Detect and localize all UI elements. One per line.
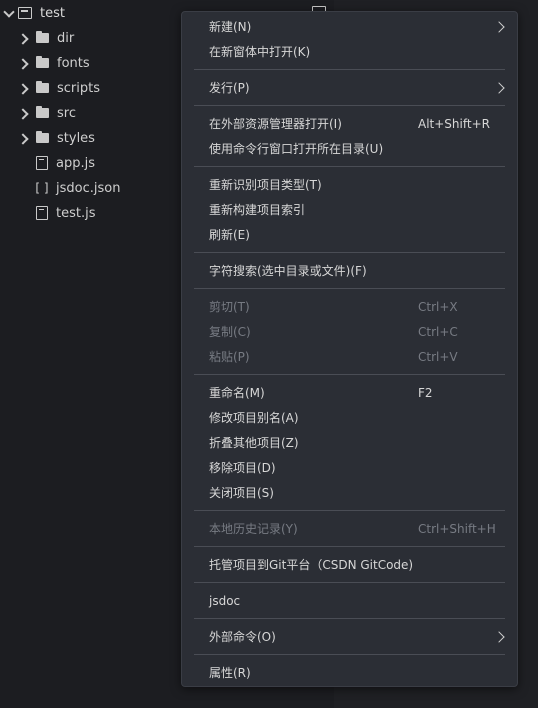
menu-separator <box>194 105 505 106</box>
project-icon <box>18 7 32 19</box>
menu-item-reidentify-type[interactable]: 重新识别项目类型(T) <box>182 173 517 197</box>
chevron-right-icon[interactable] <box>16 106 30 120</box>
menu-item-label: 修改项目别名(A) <box>209 411 299 425</box>
menu-separator <box>194 618 505 619</box>
menu-separator <box>194 288 505 289</box>
menu-item-label: 托管项目到Git平台（CSDN GitCode) <box>209 558 414 572</box>
menu-item-close-project[interactable]: 关闭项目(S) <box>182 481 517 505</box>
chevron-right-icon <box>493 21 505 33</box>
chevron-right-icon[interactable] <box>16 81 30 95</box>
menu-item-properties[interactable]: 属性(R) <box>182 661 517 685</box>
menu-separator <box>194 654 505 655</box>
menu-item-shortcut: Ctrl+V <box>418 350 458 364</box>
context-menu: 新建(N) 在新窗体中打开(K) 发行(P) 在外部资源管理器打开(I) Alt… <box>181 11 518 687</box>
menu-item-label: 重命名(M) <box>209 386 265 400</box>
menu-item-publish[interactable]: 发行(P) <box>182 76 517 100</box>
menu-item-alias[interactable]: 修改项目别名(A) <box>182 406 517 430</box>
menu-item-label: 刷新(E) <box>209 228 250 242</box>
chevron-right-icon[interactable] <box>16 31 30 45</box>
menu-item-label: 新建(N) <box>209 20 252 34</box>
menu-item-label: 剪切(T) <box>209 300 250 314</box>
menu-item-collapse-others[interactable]: 折叠其他项目(Z) <box>182 431 517 455</box>
menu-item-external-commands[interactable]: 外部命令(O) <box>182 625 517 649</box>
menu-item-host-git[interactable]: 托管项目到Git平台（CSDN GitCode) <box>182 553 517 577</box>
menu-item-paste[interactable]: 粘贴(P) Ctrl+V <box>182 345 517 369</box>
js-file-icon <box>36 156 48 170</box>
menu-item-rename[interactable]: 重命名(M) F2 <box>182 381 517 405</box>
menu-item-label: 折叠其他项目(Z) <box>209 436 299 450</box>
menu-item-label: 粘贴(P) <box>209 350 250 364</box>
menu-item-remove-project[interactable]: 移除项目(D) <box>182 456 517 480</box>
menu-separator <box>194 510 505 511</box>
menu-item-label: 关闭项目(S) <box>209 486 274 500</box>
menu-item-label: 外部命令(O) <box>209 630 276 644</box>
menu-item-new[interactable]: 新建(N) <box>182 15 517 39</box>
chevron-right-icon[interactable] <box>16 131 30 145</box>
menu-item-label: 属性(R) <box>209 666 251 680</box>
menu-item-label: 使用命令行窗口打开所在目录(U) <box>209 142 384 156</box>
menu-separator <box>194 252 505 253</box>
json-file-icon: [ ] <box>35 181 49 195</box>
project-name: test <box>40 5 65 21</box>
menu-item-shortcut: F2 <box>418 386 433 400</box>
menu-item-jsdoc[interactable]: jsdoc <box>182 589 517 613</box>
chevron-right-icon <box>493 82 505 94</box>
menu-item-search[interactable]: 字符搜索(选中目录或文件)(F) <box>182 259 517 283</box>
folder-icon <box>36 81 49 93</box>
menu-separator <box>194 166 505 167</box>
menu-item-open-new-window[interactable]: 在新窗体中打开(K) <box>182 40 517 64</box>
menu-item-label: 重新识别项目类型(T) <box>209 178 322 192</box>
menu-separator <box>194 374 505 375</box>
menu-item-open-explorer[interactable]: 在外部资源管理器打开(I) Alt+Shift+R <box>182 112 517 136</box>
menu-item-cut[interactable]: 剪切(T) Ctrl+X <box>182 295 517 319</box>
menu-item-open-terminal[interactable]: 使用命令行窗口打开所在目录(U) <box>182 137 517 161</box>
menu-item-label: 复制(C) <box>209 325 251 339</box>
tree-item-label: test.js <box>56 205 96 221</box>
menu-item-label: 字符搜索(选中目录或文件)(F) <box>209 264 367 278</box>
folder-icon <box>36 56 49 68</box>
menu-item-label: 重新构建项目索引 <box>209 203 306 217</box>
chevron-right-icon[interactable] <box>16 56 30 70</box>
menu-item-refresh[interactable]: 刷新(E) <box>182 223 517 247</box>
menu-item-rebuild-index[interactable]: 重新构建项目索引 <box>182 198 517 222</box>
menu-item-shortcut: Alt+Shift+R <box>418 117 490 131</box>
menu-item-local-history[interactable]: 本地历史记录(Y) Ctrl+Shift+H <box>182 517 517 541</box>
tree-item-label: src <box>57 105 76 121</box>
chevron-right-icon <box>493 631 505 643</box>
menu-separator <box>194 546 505 547</box>
menu-item-label: 发行(P) <box>209 81 250 95</box>
folder-icon <box>36 131 49 143</box>
tree-item-label: app.js <box>56 155 95 171</box>
menu-separator <box>194 69 505 70</box>
tree-item-label: jsdoc.json <box>56 180 121 196</box>
tree-item-label: dir <box>57 30 75 46</box>
menu-item-label: 本地历史记录(Y) <box>209 522 298 536</box>
menu-separator <box>194 582 505 583</box>
menu-item-label: 移除项目(D) <box>209 461 276 475</box>
menu-item-copy[interactable]: 复制(C) Ctrl+C <box>182 320 517 344</box>
folder-icon <box>36 106 49 118</box>
menu-item-shortcut: Ctrl+X <box>418 300 458 314</box>
menu-item-label: 在新窗体中打开(K) <box>209 45 311 59</box>
js-file-icon <box>36 206 48 220</box>
menu-item-shortcut: Ctrl+C <box>418 325 458 339</box>
menu-item-label: jsdoc <box>209 594 241 608</box>
tree-item-label: scripts <box>57 80 100 96</box>
folder-icon <box>36 31 49 43</box>
menu-item-shortcut: Ctrl+Shift+H <box>418 522 496 536</box>
chevron-down-icon[interactable] <box>2 6 16 20</box>
menu-item-label: 在外部资源管理器打开(I) <box>209 117 342 131</box>
tree-item-label: styles <box>57 130 95 146</box>
tree-item-label: fonts <box>57 55 90 71</box>
